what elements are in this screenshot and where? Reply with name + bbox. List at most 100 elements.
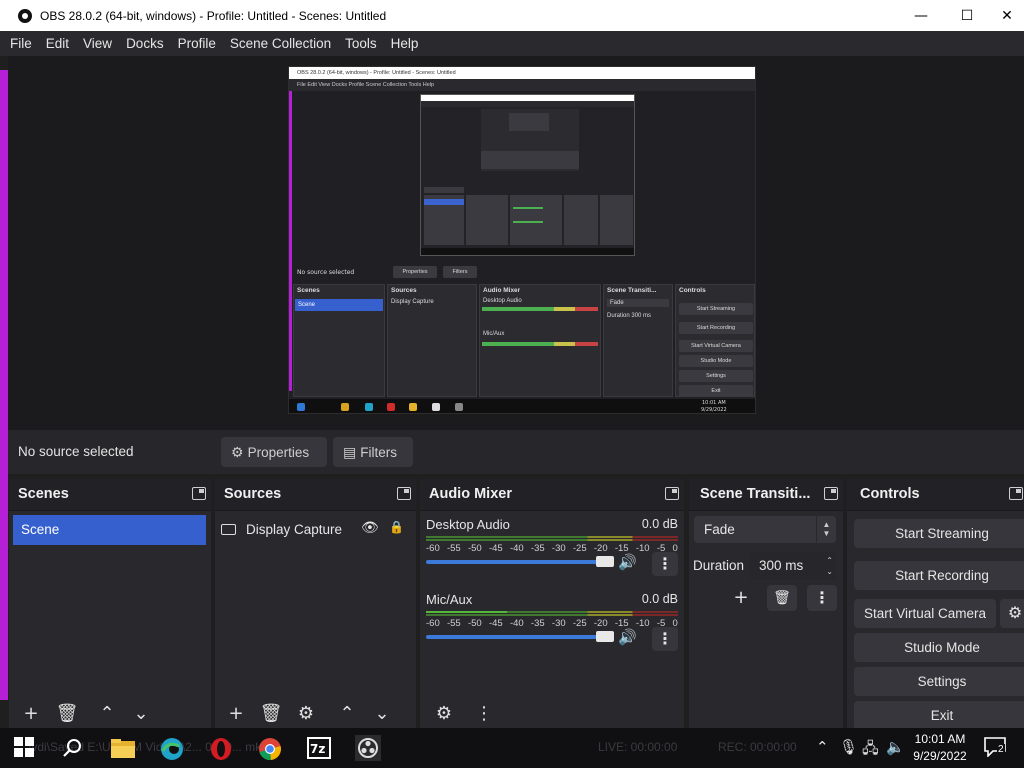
move-source-down-button[interactable]: ⌄ bbox=[368, 701, 396, 727]
chevron-updown-icon: ▲ ▼ bbox=[816, 516, 836, 543]
speaker-icon[interactable]: 🔊 bbox=[618, 553, 637, 571]
undock-icon[interactable] bbox=[1009, 487, 1023, 500]
scene-transitions-dock: Scene Transiti... Fade ▲ ▼ Duration 300 m… bbox=[688, 478, 844, 730]
scenes-title: Scenes bbox=[18, 486, 69, 502]
volume-slider-handle[interactable] bbox=[596, 556, 614, 567]
menu-file[interactable]: File bbox=[0, 36, 39, 51]
duration-value: 300 ms bbox=[759, 558, 804, 573]
obs-taskbar-icon[interactable] bbox=[355, 735, 381, 761]
window-titlebar: OBS 28.0.2 (64-bit, windows) - Profile: … bbox=[0, 0, 1024, 31]
windows-start-icon[interactable] bbox=[14, 737, 36, 759]
menu-scene-collection[interactable]: Scene Collection bbox=[223, 36, 338, 51]
menu-edit[interactable]: Edit bbox=[39, 36, 76, 51]
volume-slider[interactable] bbox=[426, 560, 612, 564]
exit-button[interactable]: Exit bbox=[854, 701, 1024, 730]
filters-button-label: Filters bbox=[360, 444, 397, 460]
menu-profile[interactable]: Profile bbox=[171, 36, 223, 51]
move-scene-up-button[interactable]: ⌃ bbox=[93, 701, 121, 727]
filter-icon: ▤ bbox=[343, 443, 357, 460]
eye-icon[interactable]: 👁 bbox=[361, 519, 379, 536]
advanced-audio-properties-icon[interactable]: ⚙ bbox=[430, 701, 458, 727]
no-source-label: No source selected bbox=[18, 444, 134, 459]
preview-nested-clock-date: 9/29/2022 bbox=[701, 407, 727, 413]
move-scene-down-button[interactable]: ⌄ bbox=[127, 701, 155, 727]
lock-icon[interactable]: 🔒 bbox=[389, 520, 404, 534]
close-button[interactable]: ✕ bbox=[990, 0, 1024, 31]
controls-dock: Controls Start Streaming Start Recording… bbox=[846, 478, 1024, 730]
microphone-icon[interactable]: 🎙 bbox=[839, 738, 858, 756]
move-source-up-button[interactable]: ⌃ bbox=[333, 701, 361, 727]
transition-select-value: Fade bbox=[704, 522, 735, 537]
chrome-browser-icon[interactable] bbox=[258, 737, 281, 761]
track-menu-button[interactable]: ⋮ bbox=[652, 627, 678, 651]
minimize-button[interactable]: — bbox=[898, 0, 944, 31]
search-icon[interactable] bbox=[62, 737, 84, 759]
duration-label: Duration bbox=[693, 558, 745, 573]
track-name: Desktop Audio bbox=[426, 517, 510, 532]
spin-arrows-icon[interactable]: ⌃ ⌄ bbox=[826, 555, 833, 577]
track-db: 0.0 dB bbox=[641, 517, 678, 531]
speaker-icon[interactable]: 🔊 bbox=[618, 628, 637, 646]
preview-nested-start-recording: Start Recording bbox=[679, 322, 753, 334]
preview-nested-no-source: No source selected bbox=[297, 269, 355, 276]
volume-slider-handle[interactable] bbox=[596, 631, 614, 642]
undock-icon[interactable] bbox=[192, 487, 206, 500]
preview-nested-transitions: Scene Transiti... Fade Duration 300 ms bbox=[603, 284, 673, 397]
virtual-camera-settings-icon[interactable]: ⚙ bbox=[1000, 599, 1024, 628]
sources-dock: Sources Display Capture 👁 🔒 + 🗑 ⚙ ⌃ ⌄ bbox=[214, 478, 417, 730]
track-name: Mic/Aux bbox=[426, 592, 473, 607]
notification-icon[interactable]: 2 bbox=[984, 737, 1006, 761]
undock-icon[interactable] bbox=[824, 487, 838, 500]
file-explorer-icon[interactable] bbox=[111, 737, 135, 759]
track-menu-button[interactable]: ⋮ bbox=[652, 552, 678, 576]
undock-icon[interactable] bbox=[665, 487, 679, 500]
taskbar-clock[interactable]: 10:01 AM 9/29/2022 bbox=[910, 731, 970, 765]
preview-nested-start-streaming: Start Streaming bbox=[679, 303, 753, 315]
menu-bar: File Edit View Docks Profile Scene Colle… bbox=[0, 31, 1024, 56]
menu-view[interactable]: View bbox=[76, 36, 119, 51]
start-streaming-button[interactable]: Start Streaming bbox=[854, 519, 1024, 548]
chevron-up-icon[interactable]: ⌃ bbox=[816, 738, 829, 756]
properties-button[interactable]: ⚙ Properties bbox=[221, 437, 327, 467]
preview-canvas[interactable]: OBS 28.0.2 (64-bit, windows) - Profile: … bbox=[288, 66, 756, 414]
add-scene-button[interactable]: + bbox=[17, 701, 45, 727]
maximize-button[interactable]: ☐ bbox=[944, 0, 990, 31]
studio-mode-button[interactable]: Studio Mode bbox=[854, 633, 1024, 662]
remove-source-button[interactable]: 🗑 bbox=[257, 701, 285, 727]
mixer-menu-button[interactable]: ⋮ bbox=[470, 701, 498, 727]
add-source-button[interactable]: + bbox=[222, 701, 250, 727]
filters-button[interactable]: ▤ Filters bbox=[333, 437, 413, 467]
remove-transition-button[interactable]: 🗑 bbox=[767, 585, 797, 611]
settings-button[interactable]: Settings bbox=[854, 667, 1024, 696]
controls-title: Controls bbox=[860, 486, 920, 502]
opera-browser-icon[interactable] bbox=[209, 737, 231, 760]
transition-properties-button[interactable]: ⋮ bbox=[807, 585, 837, 611]
audio-mixer-dock: Audio Mixer Desktop Audio 0.0 dB -60 -55-… bbox=[419, 478, 685, 730]
preview-nested-exit: Exit bbox=[679, 385, 753, 397]
undock-icon[interactable] bbox=[397, 487, 411, 500]
window-title: OBS 28.0.2 (64-bit, windows) - Profile: … bbox=[40, 8, 387, 23]
menu-tools[interactable]: Tools bbox=[338, 36, 384, 51]
transition-select[interactable]: Fade ▲ ▼ bbox=[694, 516, 836, 543]
menu-docks[interactable]: Docks bbox=[119, 36, 171, 51]
source-item[interactable]: Display Capture 👁 🔒 bbox=[221, 517, 409, 541]
menu-help[interactable]: Help bbox=[384, 36, 426, 51]
edge-browser-icon[interactable] bbox=[160, 737, 183, 760]
preview-nested-studio-mode: Studio Mode bbox=[679, 355, 753, 367]
sources-title: Sources bbox=[224, 486, 282, 502]
network-icon[interactable]: 🖧 bbox=[862, 738, 879, 763]
source-properties-button[interactable]: ⚙ bbox=[292, 701, 320, 727]
remove-scene-button[interactable]: 🗑 bbox=[53, 701, 81, 727]
volume-slider[interactable] bbox=[426, 635, 612, 639]
obs-logo-icon bbox=[18, 8, 32, 23]
volume-tray-icon[interactable]: 🔈 bbox=[886, 738, 905, 756]
gear-icon: ⚙ bbox=[231, 443, 244, 460]
start-recording-button[interactable]: Start Recording bbox=[854, 561, 1024, 590]
scene-item[interactable]: Scene bbox=[13, 515, 206, 545]
add-transition-button[interactable]: + bbox=[726, 585, 756, 611]
duration-spinbox[interactable]: 300 ms ⌃ ⌄ bbox=[750, 552, 836, 580]
svg-text:7z: 7z bbox=[310, 742, 325, 756]
start-virtual-camera-button[interactable]: Start Virtual Camera bbox=[854, 599, 996, 628]
7zip-icon[interactable]: 7z bbox=[307, 737, 331, 759]
windows-taskbar: \vdi\Saved E:\U... VM Videos\2... 0... 0… bbox=[0, 728, 1024, 768]
